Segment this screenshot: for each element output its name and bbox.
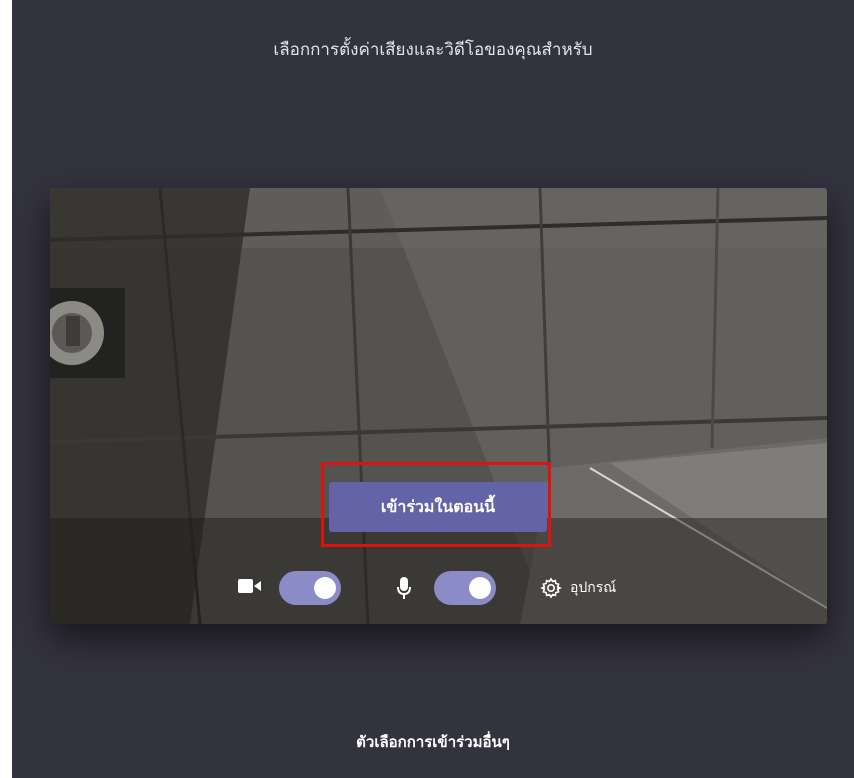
camera-toggle[interactable] <box>279 571 341 605</box>
other-join-options-link[interactable]: ตัวเลือกการเข้าร่วมอื่นๆ <box>12 730 854 754</box>
media-controls: อุปกรณ์ <box>50 568 827 608</box>
devices-button[interactable]: อุปกรณ์ <box>540 568 616 608</box>
microphone-toggle-knob <box>469 577 491 599</box>
gear-icon <box>540 577 562 599</box>
video-camera-icon <box>238 578 264 598</box>
camera-toggle-knob <box>314 577 336 599</box>
page-title: เลือกการตั้งค่าเสียงและวิดีโอของคุณสำหรั… <box>273 40 593 60</box>
microphone-control <box>396 568 496 608</box>
microphone-icon <box>396 576 414 600</box>
devices-label: อุปกรณ์ <box>570 580 617 596</box>
video-preview: เข้าร่วมในตอนนี้ อุปกรณ์ <box>50 188 827 624</box>
microphone-toggle[interactable] <box>434 571 496 605</box>
meeting-prejoin-screen: เลือกการตั้งค่าเสียงและวิดีโอของคุณสำหรั… <box>12 0 854 778</box>
camera-control <box>238 568 341 608</box>
camera-feed-image <box>50 188 827 624</box>
join-now-button[interactable]: เข้าร่วมในตอนนี้ <box>329 482 547 532</box>
